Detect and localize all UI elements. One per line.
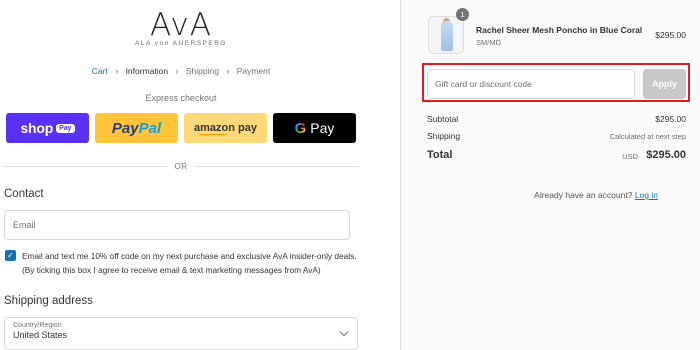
shipping-value: Calculated at next step — [609, 132, 686, 141]
logo-wordmark: AvA — [150, 7, 212, 43]
google-pay-label: Pay — [310, 120, 335, 136]
quantity-badge: 1 — [456, 8, 469, 21]
express-checkout-title: Express checkout — [145, 93, 217, 103]
product-variant: SM/MD — [476, 38, 501, 47]
amazon-pay-button[interactable]: amazon pay — [184, 113, 267, 143]
shipping-label: Shipping — [427, 131, 461, 141]
paypal-logo-part2: Pal — [138, 119, 162, 137]
email-placeholder: Email — [13, 220, 36, 230]
breadcrumb-shipping: Shipping — [185, 66, 219, 76]
marketing-consent-text: Email and text me 10% off code on my nex… — [22, 251, 357, 275]
chevron-right-icon: › — [175, 66, 179, 76]
google-g-icon: G — [294, 119, 307, 137]
or-divider: OR — [4, 160, 358, 172]
paypal-logo: PayPal — [112, 120, 161, 137]
account-prompt-text: Already have an account? — [534, 190, 633, 200]
apply-discount-button[interactable]: Apply — [643, 69, 686, 99]
google-pay-button[interactable]: G Pay — [273, 113, 356, 143]
contact-heading: Contact — [4, 188, 44, 200]
discount-placeholder: Gift card or discount code — [435, 79, 532, 89]
product-thumbnail — [428, 16, 464, 54]
store-logo[interactable]: AvA ALA von AUERSPERG — [0, 8, 362, 47]
shop-pay-logo: shop — [20, 120, 54, 136]
total-label: Total — [427, 149, 453, 161]
login-link[interactable]: Log in — [635, 190, 658, 200]
account-prompt: Already have an account? Log in — [534, 190, 658, 200]
marketing-checkbox[interactable]: ✓ — [5, 250, 16, 261]
total-currency: USD — [622, 152, 638, 161]
divider-line — [4, 165, 167, 167]
country-select[interactable]: Country/Region United States — [4, 317, 358, 350]
paypal-button[interactable]: PayPal — [95, 113, 178, 143]
subtotal-value: $295.00 — [655, 114, 686, 124]
breadcrumb-information: Information — [125, 66, 169, 76]
country-value: United States — [13, 330, 68, 340]
amazon-pay-label: amazon pay — [194, 121, 257, 134]
paypal-logo-part1: Pay — [111, 119, 139, 137]
breadcrumb: Cart › Information › Shipping › Payment — [0, 66, 362, 76]
discount-code-input[interactable]: Gift card or discount code — [427, 69, 635, 99]
checkmark-icon: ✓ — [7, 251, 14, 260]
product-name: Rachel Sheer Mesh Poncho in Blue Coral — [476, 25, 643, 35]
chevron-right-icon: › — [226, 66, 230, 76]
shop-pay-button[interactable]: shop Pay — [6, 113, 89, 143]
email-field[interactable]: Email — [4, 210, 350, 240]
logo-subtitle: ALA von AUERSPERG — [135, 40, 227, 47]
country-label: Country/Region — [13, 322, 62, 329]
product-image-poncho — [441, 21, 453, 51]
google-pay-logo: G Pay — [295, 120, 335, 137]
total-value: $295.00 — [646, 149, 686, 161]
shop-pay-pill: Pay — [56, 123, 75, 133]
breadcrumb-payment: Payment — [236, 66, 271, 76]
or-label: OR — [174, 161, 188, 171]
shipping-address-heading: Shipping address — [4, 295, 93, 307]
product-price: $295.00 — [655, 30, 686, 40]
amazon-pay-logo: amazon pay — [194, 122, 257, 135]
chevron-right-icon: › — [115, 66, 119, 76]
breadcrumb-cart[interactable]: Cart — [92, 66, 108, 76]
divider-line — [195, 165, 358, 167]
subtotal-label: Subtotal — [427, 114, 459, 124]
